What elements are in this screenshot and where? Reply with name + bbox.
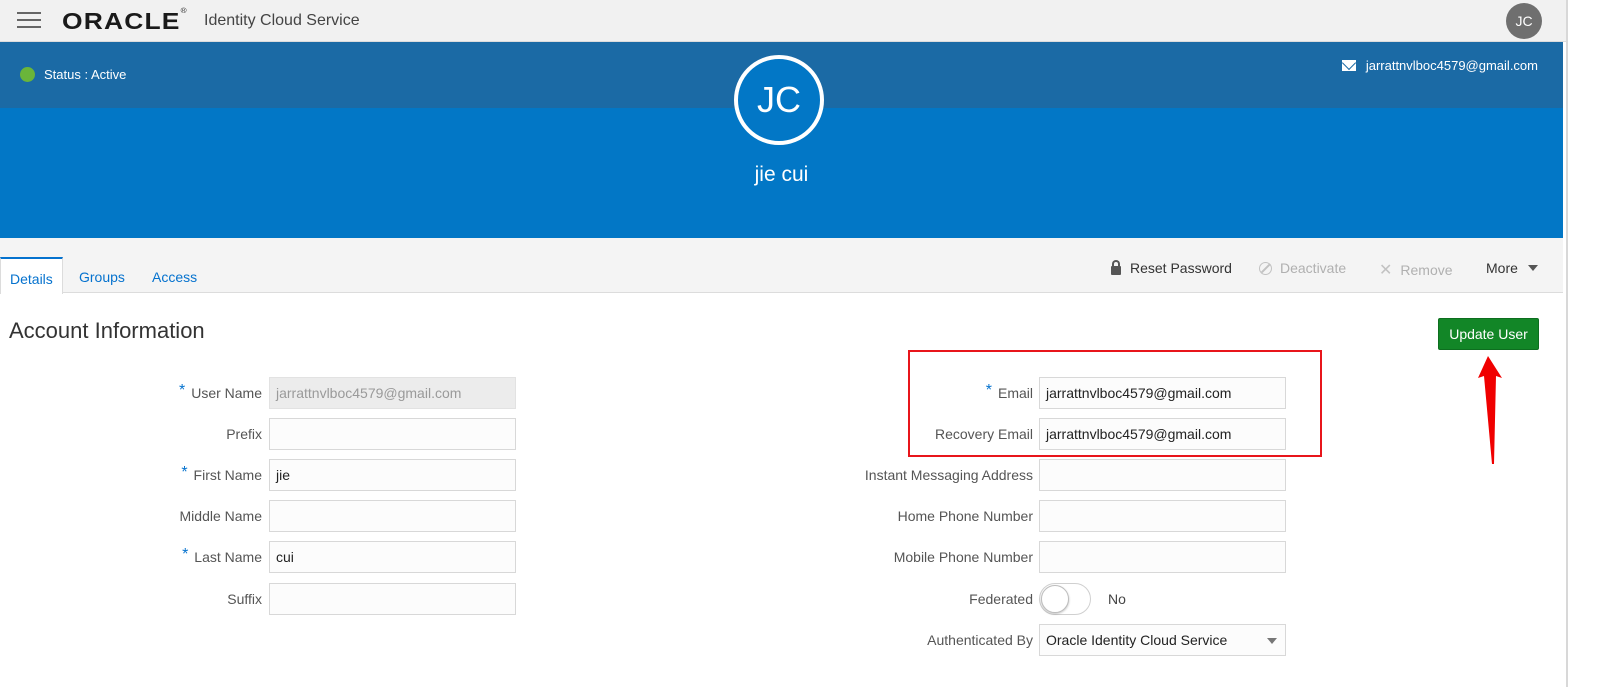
status-text: Status : Active [44, 67, 127, 82]
chevron-down-icon [1527, 265, 1538, 271]
middle-name-label: Middle Name [179, 508, 262, 524]
ban-icon [1259, 261, 1272, 275]
last-name-field[interactable]: cui [269, 541, 516, 573]
remove-label: Remove [1400, 262, 1453, 278]
tab-details[interactable]: Details [0, 257, 63, 294]
user-name-field[interactable]: jarrattnvlboc4579@gmail.com [269, 377, 516, 409]
toggle-knob [1041, 585, 1069, 613]
im-address-label: Instant Messaging Address [864, 467, 1033, 483]
hamburger-menu-icon[interactable] [17, 12, 41, 30]
mobile-phone-field[interactable] [1039, 541, 1286, 573]
annotation-highlight-box [908, 350, 1322, 457]
profile-full-name: jie cui [754, 163, 809, 186]
profile-email: jarrattnvlboc4579@gmail.com [1341, 58, 1538, 73]
reset-password-button[interactable]: Reset Password [1111, 259, 1232, 276]
user-name-label: * User Name [178, 382, 262, 401]
envelope-icon [1341, 60, 1356, 71]
required-mark: * [178, 382, 186, 399]
oracle-logo: ORACLE® [62, 8, 188, 34]
tab-groups[interactable]: Groups [70, 257, 134, 293]
mobile-phone-label: Mobile Phone Number [893, 549, 1033, 565]
status-dot-icon [20, 67, 35, 82]
federated-toggle[interactable] [1039, 583, 1091, 615]
top-bar: ORACLE® Identity Cloud Service JC [0, 0, 1566, 42]
remove-button[interactable]: ✕ Remove [1379, 260, 1453, 280]
deactivate-label: Deactivate [1280, 260, 1347, 276]
more-label: More [1486, 260, 1518, 276]
im-address-field[interactable] [1039, 459, 1286, 491]
profile-avatar: JC [734, 55, 824, 145]
lock-icon [1111, 259, 1121, 275]
more-menu-button[interactable]: More [1486, 260, 1538, 276]
last-name-label: * Last Name [182, 546, 262, 565]
user-avatar-button[interactable]: JC [1506, 3, 1542, 39]
first-name-field[interactable]: jie [269, 459, 516, 491]
suffix-field[interactable] [269, 583, 516, 615]
scrollbar-area[interactable] [1566, 0, 1599, 687]
tab-access[interactable]: Access [143, 257, 206, 293]
status-indicator: Status : Active [20, 67, 126, 82]
home-phone-label: Home Phone Number [897, 508, 1033, 524]
update-user-button[interactable]: Update User [1438, 318, 1539, 350]
prefix-label: Prefix [226, 426, 262, 442]
federated-label: Federated [969, 591, 1033, 607]
authenticated-by-select[interactable]: Oracle Identity Cloud Service [1039, 624, 1286, 656]
prefix-field[interactable] [269, 418, 516, 450]
required-mark: * [181, 464, 188, 481]
chevron-down-icon [1267, 638, 1277, 644]
deactivate-button[interactable]: Deactivate [1259, 260, 1346, 276]
suffix-label: Suffix [227, 591, 262, 607]
annotation-arrow-icon [1478, 356, 1502, 464]
authenticated-by-value: Oracle Identity Cloud Service [1046, 632, 1228, 648]
federated-value: No [1108, 591, 1126, 607]
profile-email-text: jarrattnvlboc4579@gmail.com [1365, 58, 1538, 73]
first-name-label: * First Name [181, 464, 262, 483]
required-mark: * [182, 546, 189, 563]
reset-password-label: Reset Password [1130, 260, 1232, 276]
home-phone-field[interactable] [1039, 500, 1286, 532]
middle-name-field[interactable] [269, 500, 516, 532]
tab-bar: Details Groups Access Reset Password Dea… [0, 238, 1563, 294]
close-icon: ✕ [1379, 262, 1393, 279]
authenticated-by-label: Authenticated By [927, 632, 1033, 648]
section-title: Account Information [9, 318, 205, 343]
app-title: Identity Cloud Service [204, 12, 360, 29]
scrollbar-track[interactable] [1566, 0, 1568, 687]
